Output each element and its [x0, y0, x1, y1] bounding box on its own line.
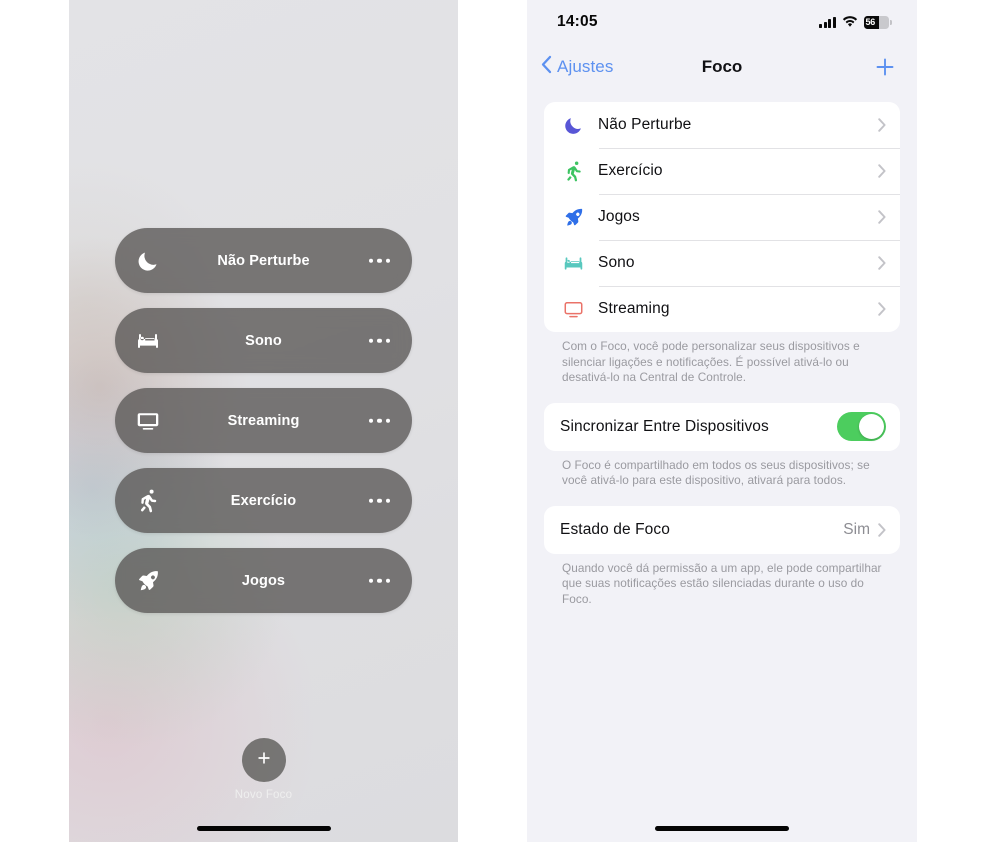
sync-footnote: O Foco é compartilhado em todos os seus … — [562, 457, 870, 488]
more-options-icon[interactable] — [368, 258, 390, 263]
focus-row-label: Exercício — [598, 162, 663, 179]
bed-icon — [560, 253, 586, 274]
rocket-icon — [560, 207, 586, 228]
settings-scroll-area: Não Perturbe Exercício Jogos Sono Stream… — [527, 102, 917, 607]
more-options-icon[interactable] — [368, 578, 390, 583]
focus-status-label: Estado de Foco — [560, 520, 670, 538]
focus-row-streaming[interactable]: Streaming — [544, 286, 900, 332]
sync-toggle[interactable] — [837, 412, 886, 441]
focus-pill-stack: Não Perturbe Sono Streaming Exercício Jo… — [115, 228, 412, 613]
toggle-knob — [859, 414, 884, 439]
more-options-icon[interactable] — [368, 418, 390, 423]
focus-status-value: Sim — [843, 520, 870, 538]
home-indicator — [196, 826, 331, 831]
tv-icon — [135, 408, 161, 434]
more-options-icon[interactable] — [368, 498, 390, 503]
status-bar: 14:05 56 — [527, 0, 917, 44]
wifi-icon — [842, 16, 858, 28]
add-focus-button[interactable] — [873, 55, 897, 79]
chevron-right-icon — [878, 522, 886, 537]
focus-row-nao-perturbe[interactable]: Não Perturbe — [544, 102, 900, 148]
focus-pill-nao-perturbe[interactable]: Não Perturbe — [115, 228, 412, 293]
settings-foco-panel: 14:05 56 Ajustes Foco Não Perturbe Exerc… — [527, 0, 917, 842]
new-focus-group: Novo Foco — [69, 738, 458, 801]
chevron-right-icon — [878, 256, 886, 270]
focus-row-sono[interactable]: Sono — [544, 240, 900, 286]
focus-row-label: Não Perturbe — [598, 116, 692, 133]
new-focus-button[interactable] — [241, 738, 286, 782]
focus-list-card: Não Perturbe Exercício Jogos Sono Stream… — [544, 102, 900, 332]
bed-icon — [135, 328, 161, 354]
plus-icon — [255, 749, 273, 772]
navigation-bar: Ajustes Foco — [527, 44, 917, 90]
plus-icon — [873, 55, 897, 79]
moon-icon — [560, 115, 586, 136]
focus-pill-streaming[interactable]: Streaming — [115, 388, 412, 453]
moon-icon — [135, 248, 161, 274]
battery-icon: 56 — [864, 15, 892, 29]
back-button[interactable]: Ajustes — [541, 55, 613, 79]
tv-icon — [560, 299, 586, 320]
focus-row-label: Jogos — [598, 208, 640, 225]
focus-pill-jogos[interactable]: Jogos — [115, 548, 412, 613]
focus-status-card: Estado de Foco Sim — [544, 505, 900, 554]
cellular-signal-icon — [819, 16, 836, 28]
battery-percent: 56 — [865, 16, 876, 27]
focus-row-label: Streaming — [598, 300, 670, 317]
home-indicator — [655, 826, 789, 831]
status-indicators: 56 — [819, 15, 892, 29]
status-time: 14:05 — [557, 13, 598, 30]
focus-pill-exercicio[interactable]: Exercício — [115, 468, 412, 533]
focus-status-footnote: Quando você dá permissão a um app, ele p… — [562, 560, 882, 606]
chevron-right-icon — [878, 210, 886, 224]
chevron-left-icon — [541, 55, 552, 79]
sync-row[interactable]: Sincronizar Entre Dispositivos — [544, 403, 900, 451]
sync-card: Sincronizar Entre Dispositivos — [544, 402, 900, 451]
sync-label: Sincronizar Entre Dispositivos — [560, 417, 769, 435]
control-center-panel: Não Perturbe Sono Streaming Exercício Jo… — [69, 0, 458, 842]
focus-pill-sono[interactable]: Sono — [115, 308, 412, 373]
focus-row-label: Sono — [598, 254, 635, 271]
screenshot-canvas: Não Perturbe Sono Streaming Exercício Jo… — [0, 0, 984, 842]
focus-row-jogos[interactable]: Jogos — [544, 194, 900, 240]
more-options-icon[interactable] — [368, 338, 390, 343]
running-icon — [135, 488, 161, 514]
new-focus-label: Novo Foco — [234, 789, 293, 801]
rocket-icon — [135, 568, 161, 594]
focus-status-row[interactable]: Estado de Foco Sim — [544, 506, 900, 554]
back-label: Ajustes — [557, 57, 614, 76]
running-icon — [560, 161, 586, 182]
chevron-right-icon — [878, 302, 886, 316]
focus-list-footnote: Com o Foco, você pode personalizar seus … — [562, 339, 860, 384]
chevron-right-icon — [878, 118, 886, 132]
chevron-right-icon — [878, 164, 886, 178]
focus-row-exercicio[interactable]: Exercício — [544, 148, 900, 194]
